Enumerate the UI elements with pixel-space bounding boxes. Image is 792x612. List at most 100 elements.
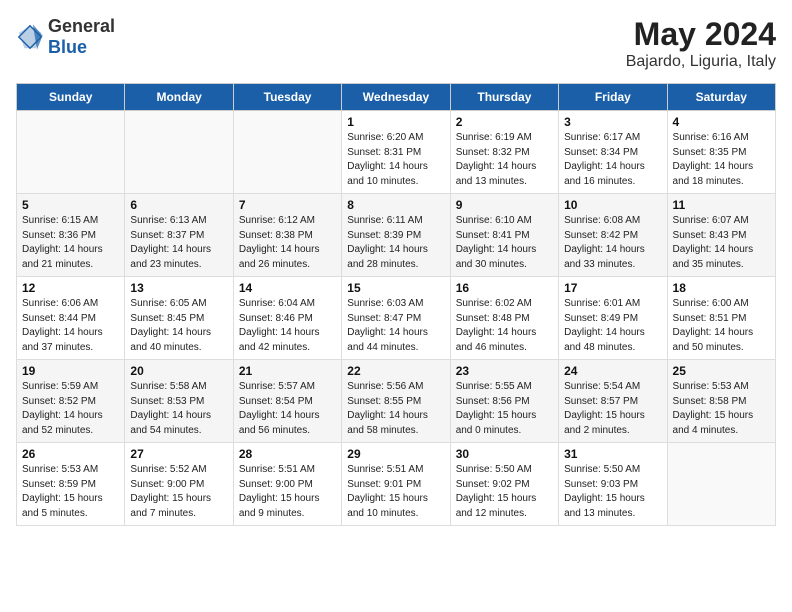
calendar-cell: 27Sunrise: 5:52 AMSunset: 9:00 PMDayligh… — [125, 443, 233, 526]
day-number: 20 — [130, 364, 227, 378]
day-number: 14 — [239, 281, 336, 295]
day-number: 23 — [456, 364, 553, 378]
weekday-header-row: SundayMondayTuesdayWednesdayThursdayFrid… — [17, 84, 776, 111]
day-number: 16 — [456, 281, 553, 295]
day-info: Sunrise: 6:01 AMSunset: 8:49 PMDaylight:… — [564, 297, 661, 355]
weekday-header-friday: Friday — [559, 84, 667, 111]
calendar-cell: 18 Sunrise: 6:00 AMSunset: 8:51 PMDayligh… — [667, 277, 775, 360]
calendar-cell: 11 Sunrise: 6:07 AMSunset: 8:43 PMDayligh… — [667, 194, 775, 277]
logo: General Blue — [16, 16, 115, 58]
day-number: 2 — [456, 115, 553, 129]
calendar-week-row: 19Sunrise: 5:59 AMSunset: 8:52 PMDayligh… — [17, 360, 776, 443]
calendar-cell: 17 Sunrise: 6:01 AMSunset: 8:49 PMDayligh… — [559, 277, 667, 360]
day-info: Sunrise: 6:08 AMSunset: 8:42 PMDaylight:… — [564, 214, 661, 272]
calendar-week-row: 1 Sunrise: 6:20 AMSunset: 8:31 PMDaylight… — [17, 111, 776, 194]
calendar-cell: 4 Sunrise: 6:16 AMSunset: 8:35 PMDaylight… — [667, 111, 775, 194]
day-info: Sunrise: 6:20 AMSunset: 8:31 PMDaylight:… — [347, 131, 444, 189]
calendar-cell: 5 Sunrise: 6:15 AMSunset: 8:36 PMDaylight… — [17, 194, 125, 277]
calendar-cell: 31Sunrise: 5:50 AMSunset: 9:03 PMDayligh… — [559, 443, 667, 526]
calendar-cell: 30 Sunrise: 5:50 AMSunset: 9:02 PMDayligh… — [450, 443, 558, 526]
calendar-cell: 21 Sunrise: 5:57 AMSunset: 8:54 PMDayligh… — [233, 360, 341, 443]
day-number: 11 — [673, 198, 770, 212]
day-info: Sunrise: 5:53 AMSunset: 8:58 PMDaylight:… — [673, 380, 770, 438]
calendar-cell: 20 Sunrise: 5:58 AMSunset: 8:53 PMDayligh… — [125, 360, 233, 443]
day-number: 18 — [673, 281, 770, 295]
month-title: May 2024 — [626, 16, 776, 53]
day-info: Sunrise: 6:13 AMSunset: 8:37 PMDaylight:… — [130, 214, 227, 272]
day-number: 25 — [673, 364, 770, 378]
page-header: General Blue May 2024 Bajardo, Liguria, … — [16, 16, 776, 71]
day-info: Sunrise: 5:55 AMSunset: 8:56 PMDaylight:… — [456, 380, 553, 438]
calendar-cell: 6Sunrise: 6:13 AMSunset: 8:37 PMDaylight… — [125, 194, 233, 277]
logo-icon — [16, 23, 44, 51]
calendar-cell: 16 Sunrise: 6:02 AMSunset: 8:48 PMDayligh… — [450, 277, 558, 360]
day-number: 4 — [673, 115, 770, 129]
day-info: Sunrise: 6:06 AMSunset: 8:44 PMDaylight:… — [22, 297, 119, 355]
calendar-cell: 15Sunrise: 6:03 AMSunset: 8:47 PMDayligh… — [342, 277, 450, 360]
day-info: Sunrise: 6:17 AMSunset: 8:34 PMDaylight:… — [564, 131, 661, 189]
day-info: Sunrise: 5:57 AMSunset: 8:54 PMDaylight:… — [239, 380, 336, 438]
weekday-header-thursday: Thursday — [450, 84, 558, 111]
day-number: 5 — [22, 198, 119, 212]
day-number: 22 — [347, 364, 444, 378]
day-info: Sunrise: 5:53 AMSunset: 8:59 PMDaylight:… — [22, 463, 119, 521]
calendar-cell: 12 Sunrise: 6:06 AMSunset: 8:44 PMDayligh… — [17, 277, 125, 360]
calendar-cell: 24 Sunrise: 5:54 AMSunset: 8:57 PMDayligh… — [559, 360, 667, 443]
day-number: 30 — [456, 447, 553, 461]
calendar-cell — [233, 111, 341, 194]
day-info: Sunrise: 5:58 AMSunset: 8:53 PMDaylight:… — [130, 380, 227, 438]
calendar-cell: 29Sunrise: 5:51 AMSunset: 9:01 PMDayligh… — [342, 443, 450, 526]
calendar-cell: 22 Sunrise: 5:56 AMSunset: 8:55 PMDayligh… — [342, 360, 450, 443]
day-info: Sunrise: 6:00 AMSunset: 8:51 PMDaylight:… — [673, 297, 770, 355]
calendar-cell: 28Sunrise: 5:51 AMSunset: 9:00 PMDayligh… — [233, 443, 341, 526]
day-info: Sunrise: 6:07 AMSunset: 8:43 PMDaylight:… — [673, 214, 770, 272]
title-block: May 2024 Bajardo, Liguria, Italy — [626, 16, 776, 71]
day-info: Sunrise: 6:02 AMSunset: 8:48 PMDaylight:… — [456, 297, 553, 355]
day-info: Sunrise: 5:50 AMSunset: 9:02 PMDaylight:… — [456, 463, 553, 521]
day-info: Sunrise: 6:12 AMSunset: 8:38 PMDaylight:… — [239, 214, 336, 272]
day-info: Sunrise: 6:10 AMSunset: 8:41 PMDaylight:… — [456, 214, 553, 272]
calendar-cell: 14Sunrise: 6:04 AMSunset: 8:46 PMDayligh… — [233, 277, 341, 360]
calendar-week-row: 12 Sunrise: 6:06 AMSunset: 8:44 PMDayligh… — [17, 277, 776, 360]
day-info: Sunrise: 5:52 AMSunset: 9:00 PMDaylight:… — [130, 463, 227, 521]
day-number: 1 — [347, 115, 444, 129]
weekday-header-saturday: Saturday — [667, 84, 775, 111]
calendar-cell: 1 Sunrise: 6:20 AMSunset: 8:31 PMDaylight… — [342, 111, 450, 194]
day-number: 21 — [239, 364, 336, 378]
day-info: Sunrise: 6:05 AMSunset: 8:45 PMDaylight:… — [130, 297, 227, 355]
day-info: Sunrise: 5:51 AMSunset: 9:01 PMDaylight:… — [347, 463, 444, 521]
day-info: Sunrise: 6:16 AMSunset: 8:35 PMDaylight:… — [673, 131, 770, 189]
day-info: Sunrise: 5:54 AMSunset: 8:57 PMDaylight:… — [564, 380, 661, 438]
day-number: 10 — [564, 198, 661, 212]
calendar-cell: 2 Sunrise: 6:19 AMSunset: 8:32 PMDaylight… — [450, 111, 558, 194]
calendar-cell: 3 Sunrise: 6:17 AMSunset: 8:34 PMDaylight… — [559, 111, 667, 194]
day-number: 12 — [22, 281, 119, 295]
day-number: 17 — [564, 281, 661, 295]
day-number: 9 — [456, 198, 553, 212]
day-number: 3 — [564, 115, 661, 129]
logo-text: General Blue — [48, 16, 115, 58]
day-info: Sunrise: 5:51 AMSunset: 9:00 PMDaylight:… — [239, 463, 336, 521]
day-number: 8 — [347, 198, 444, 212]
day-info: Sunrise: 6:11 AMSunset: 8:39 PMDaylight:… — [347, 214, 444, 272]
weekday-header-sunday: Sunday — [17, 84, 125, 111]
day-info: Sunrise: 5:56 AMSunset: 8:55 PMDaylight:… — [347, 380, 444, 438]
weekday-header-tuesday: Tuesday — [233, 84, 341, 111]
calendar-cell — [125, 111, 233, 194]
calendar-cell: 19Sunrise: 5:59 AMSunset: 8:52 PMDayligh… — [17, 360, 125, 443]
weekday-header-monday: Monday — [125, 84, 233, 111]
calendar-table: SundayMondayTuesdayWednesdayThursdayFrid… — [16, 83, 776, 526]
calendar-cell — [17, 111, 125, 194]
calendar-cell: 23 Sunrise: 5:55 AMSunset: 8:56 PMDayligh… — [450, 360, 558, 443]
day-info: Sunrise: 6:03 AMSunset: 8:47 PMDaylight:… — [347, 297, 444, 355]
day-info: Sunrise: 6:15 AMSunset: 8:36 PMDaylight:… — [22, 214, 119, 272]
day-info: Sunrise: 6:19 AMSunset: 8:32 PMDaylight:… — [456, 131, 553, 189]
calendar-cell — [667, 443, 775, 526]
day-number: 13 — [130, 281, 227, 295]
day-number: 7 — [239, 198, 336, 212]
calendar-cell: 10 Sunrise: 6:08 AMSunset: 8:42 PMDayligh… — [559, 194, 667, 277]
calendar-cell: 13 Sunrise: 6:05 AMSunset: 8:45 PMDayligh… — [125, 277, 233, 360]
calendar-week-row: 26Sunrise: 5:53 AMSunset: 8:59 PMDayligh… — [17, 443, 776, 526]
day-info: Sunrise: 5:59 AMSunset: 8:52 PMDaylight:… — [22, 380, 119, 438]
day-number: 24 — [564, 364, 661, 378]
